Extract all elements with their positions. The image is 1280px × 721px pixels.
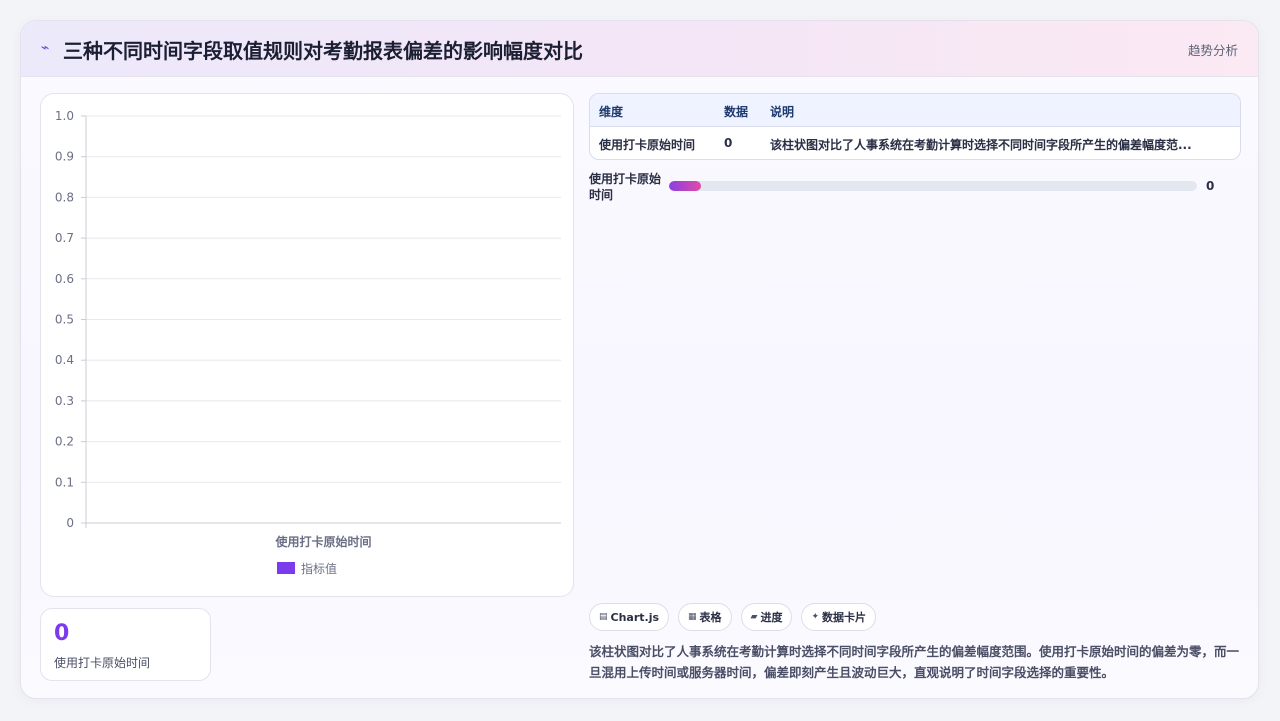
- progress-label: 使用打卡原始时间: [589, 172, 662, 202]
- progress-value: 0: [1206, 179, 1215, 193]
- stat-value: 0: [54, 621, 70, 646]
- dashboard-card: ⌁ 三种不同时间字段取值规则对考勤报表偏差的影响幅度对比 趋势分析 0 0.1 0.…: [20, 20, 1259, 699]
- bar-chart: 0 0.1 0.2 0.3 0.4 0.5 0.6 0.7 0.8 0.9 1.0 使用打卡原始时间指…: [40, 93, 574, 597]
- chart-icon: ▤: [599, 612, 608, 622]
- chip-label: 表格: [699, 611, 722, 624]
- table-cell-data: 0: [724, 136, 733, 150]
- y-tick-label: 0.8: [55, 190, 74, 204]
- y-tick-label: 0.2: [55, 435, 74, 449]
- table-header-data: 数据: [724, 105, 749, 119]
- y-tick-label: 0.4: [55, 353, 74, 367]
- tech-chips: ▤ Chart.js ▦ 表格 ▰ 进度 ✦ 数据卡片: [589, 603, 877, 631]
- table-cell-dimension: 使用打卡原始时间: [599, 138, 696, 152]
- stat-label: 使用打卡原始时间: [54, 656, 151, 670]
- table-header-dimension: 维度: [599, 105, 624, 119]
- trend-icon: ⌁: [41, 40, 50, 56]
- chip-table[interactable]: ▦ 表格: [678, 603, 732, 631]
- y-tick-label: 0.6: [55, 272, 74, 286]
- progress-fill: [669, 181, 701, 191]
- chip-label: 进度: [760, 611, 783, 624]
- table-icon: ▦: [688, 612, 697, 622]
- stat-card: 0 使用打卡原始时间: [40, 608, 211, 681]
- progress-track: [669, 181, 1197, 191]
- data-table: 维度 数据 说明 使用打卡原始时间 0 该柱状图对比了人事系统在考勤计算时选择不…: [589, 93, 1241, 160]
- y-tick-label: 0.5: [55, 313, 74, 327]
- chip-data-card[interactable]: ✦ 数据卡片: [801, 603, 877, 631]
- chip-progress[interactable]: ▰ 进度: [740, 603, 793, 631]
- sparkle-icon: ✦: [811, 612, 820, 622]
- chart-description: 该柱状图对比了人事系统在考勤计算时选择不同时间字段所产生的偏差幅度范围。使用打卡…: [589, 644, 1240, 680]
- card-header: ⌁ 三种不同时间字段取值规则对考勤报表偏差的影响幅度对比 趋势分析: [21, 21, 1258, 77]
- y-tick-label: 0: [66, 516, 74, 530]
- table-cell-note: 该柱状图对比了人事系统在考勤计算时选择不同时间字段所产生的偏差幅度范...: [770, 138, 1192, 152]
- chart-canvas: 0 0.1 0.2 0.3 0.4 0.5 0.6 0.7 0.8 0.9 1.0 使用打卡原始时间指…: [55, 109, 561, 576]
- y-tick-label: 0.3: [55, 394, 74, 408]
- legend-label: 指标值: [301, 561, 337, 576]
- legend-swatch: [277, 562, 295, 574]
- table-header: [590, 94, 1240, 127]
- y-tick-label: 1.0: [55, 109, 74, 123]
- category-tag: 趋势分析: [1187, 43, 1238, 58]
- y-tick-label: 0.7: [55, 231, 74, 245]
- progress-row: 使用打卡原始时间 0: [589, 171, 1241, 205]
- progress-icon: ▰: [750, 612, 758, 622]
- page-title: 三种不同时间字段取值规则对考勤报表偏差的影响幅度对比: [63, 39, 583, 63]
- y-tick-label: 0.9: [55, 150, 74, 164]
- x-tick-label: 使用打卡原始时间: [274, 534, 371, 549]
- chip-chartjs[interactable]: ▤ Chart.js: [589, 603, 670, 631]
- table-header-note: 说明: [770, 105, 795, 119]
- chip-label: Chart.js: [610, 610, 660, 624]
- y-tick-label: 0.1: [55, 475, 74, 489]
- chip-label: 数据卡片: [822, 611, 867, 624]
